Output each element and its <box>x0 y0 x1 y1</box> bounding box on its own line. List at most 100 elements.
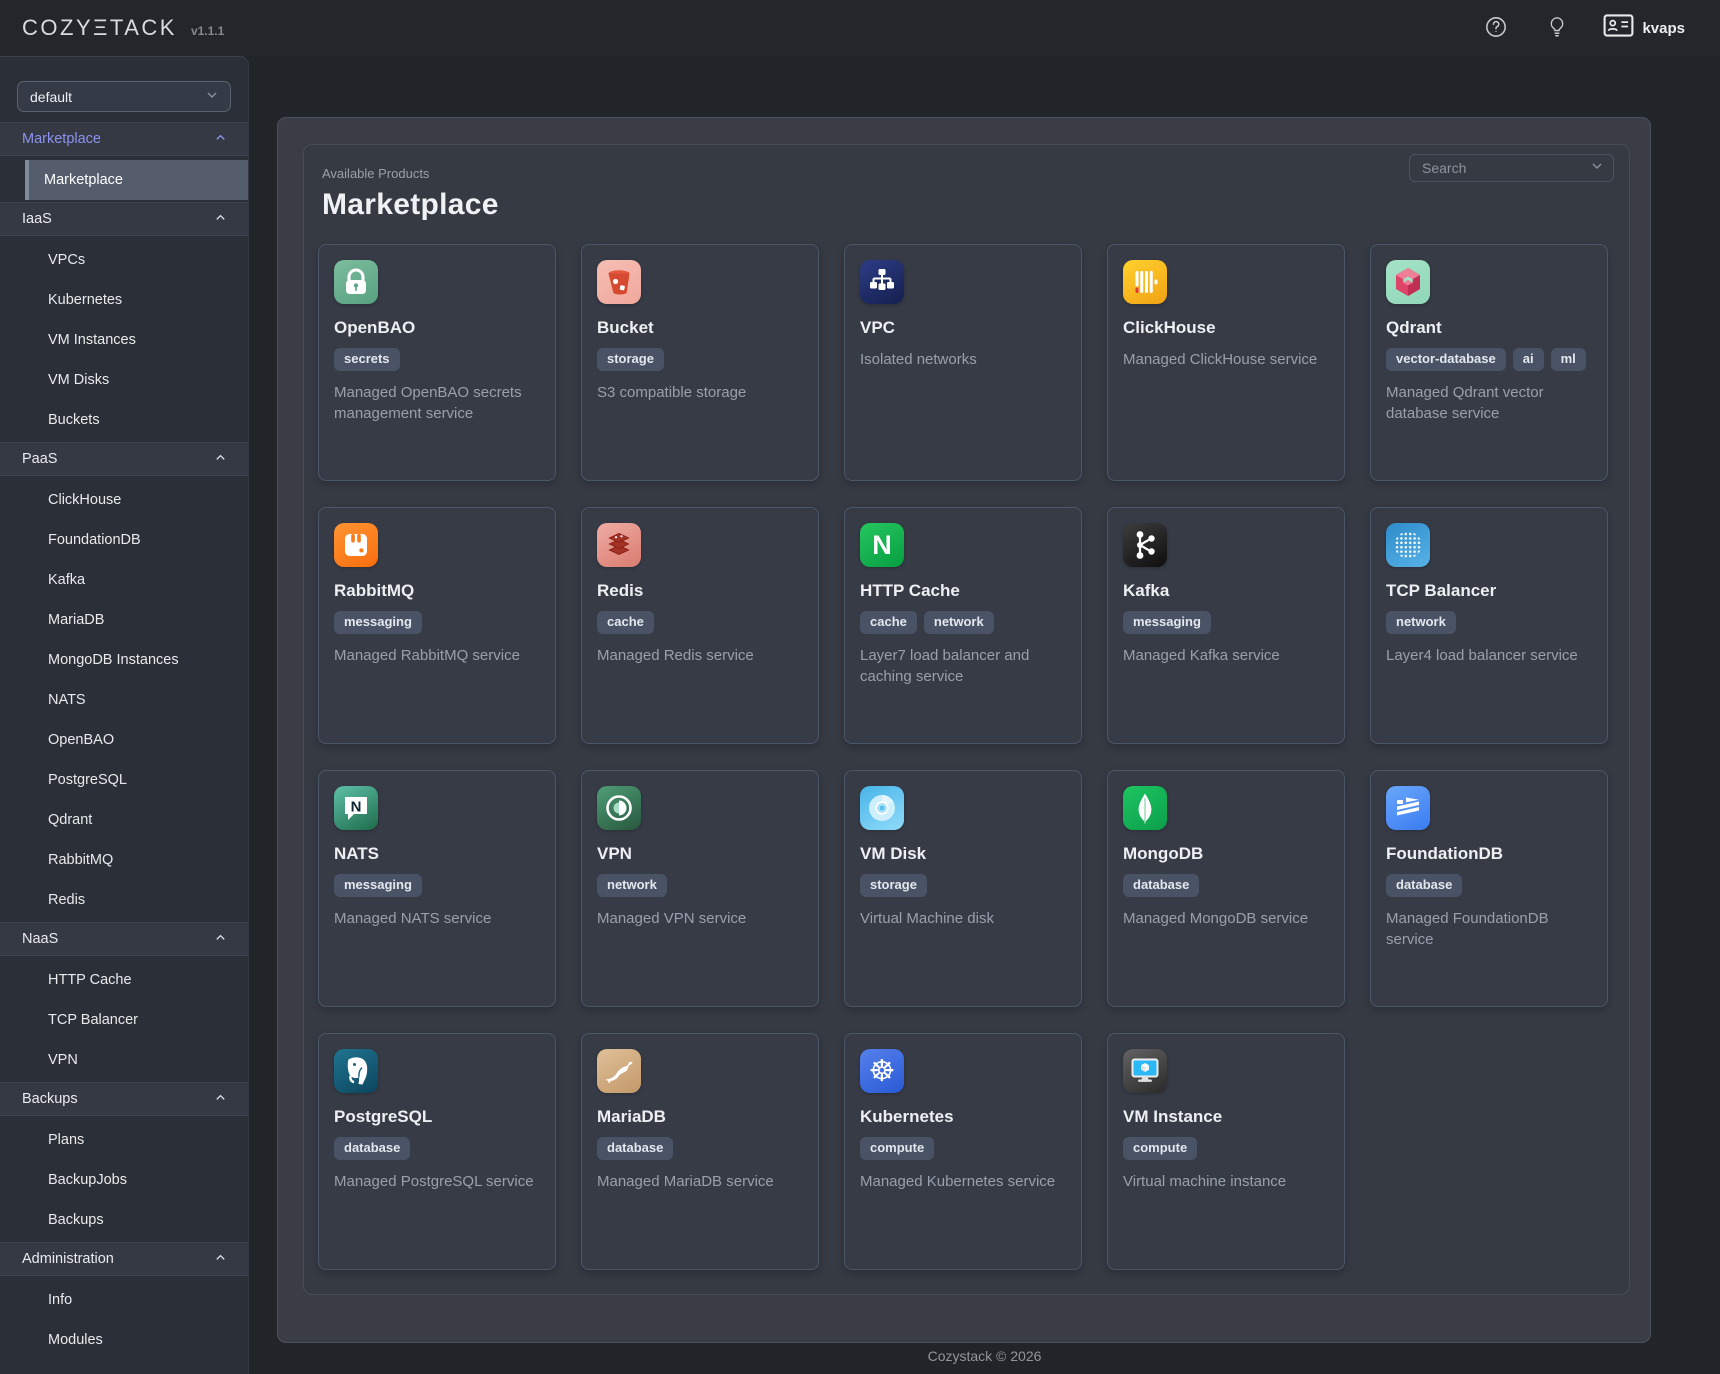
product-name: Kubernetes <box>860 1107 1066 1127</box>
product-tags: secrets <box>334 348 540 371</box>
rabbitmq-icon <box>334 523 378 567</box>
product-name: MariaDB <box>597 1107 803 1127</box>
product-card-bucket[interactable]: Bucket storage S3 compatible storage <box>581 244 819 481</box>
product-tag: messaging <box>334 611 422 634</box>
product-description: Layer7 load balancer and caching service <box>860 645 1066 687</box>
search-select[interactable]: Search <box>1409 154 1614 182</box>
sidebar-item-openbao[interactable]: OpenBAO <box>0 720 248 760</box>
sidebar-item-foundationdb[interactable]: FoundationDB <box>0 520 248 560</box>
sidebar-item-vpn[interactable]: VPN <box>0 1040 248 1080</box>
sidebar-item-plans[interactable]: Plans <box>0 1120 248 1160</box>
sidebar-item-nats[interactable]: NATS <box>0 680 248 720</box>
chevron-down-icon <box>1589 158 1605 179</box>
sidebar-item-mariadb[interactable]: MariaDB <box>0 600 248 640</box>
sidebar-item-postgresql[interactable]: PostgreSQL <box>0 760 248 800</box>
vm-instance-icon <box>1123 1049 1167 1093</box>
redis-icon <box>597 523 641 567</box>
theme-toggle-button[interactable] <box>1543 11 1571 46</box>
sidebar-item-vpcs[interactable]: VPCs <box>0 240 248 280</box>
product-tag: storage <box>860 874 927 897</box>
namespace-select[interactable]: default <box>17 81 231 112</box>
sidebar-item-http-cache[interactable]: HTTP Cache <box>0 960 248 1000</box>
product-card-postgresql[interactable]: PostgreSQL database Managed PostgreSQL s… <box>318 1033 556 1270</box>
product-card-kafka[interactable]: Kafka messaging Managed Kafka service <box>1107 507 1345 744</box>
product-description: Managed Redis service <box>597 645 803 666</box>
product-tags: messaging <box>1123 611 1329 634</box>
product-card-mongodb[interactable]: MongoDB database Managed MongoDB service <box>1107 770 1345 1007</box>
sidebar-item-mongodb-instances[interactable]: MongoDB Instances <box>0 640 248 680</box>
sidebar-section-backups[interactable]: Backups <box>0 1082 248 1116</box>
product-name: ClickHouse <box>1123 318 1329 338</box>
chevron-down-icon <box>204 87 220 106</box>
product-card-qdrant[interactable]: Qdrant vector-databaseaiml Managed Qdran… <box>1370 244 1608 481</box>
product-card-foundationdb[interactable]: FoundationDB database Managed Foundation… <box>1370 770 1608 1007</box>
sidebar: default Marketplace Marketplace IaaS <box>0 56 249 1374</box>
sidebar-item-qdrant[interactable]: Qdrant <box>0 800 248 840</box>
qdrant-icon <box>1386 260 1430 304</box>
clickhouse-icon <box>1123 260 1167 304</box>
mariadb-icon <box>597 1049 641 1093</box>
username-label: kvaps <box>1642 20 1685 37</box>
product-name: HTTP Cache <box>860 581 1066 601</box>
product-tag: secrets <box>334 348 400 371</box>
svg-text:N: N <box>351 799 362 816</box>
product-description: Managed VPN service <box>597 908 803 929</box>
product-card-vm-instance[interactable]: VM Instance compute Virtual machine inst… <box>1107 1033 1345 1270</box>
product-card-vpn[interactable]: VPN network Managed VPN service <box>581 770 819 1007</box>
sidebar-section: Marketplace Marketplace <box>0 122 248 202</box>
product-name: Qdrant <box>1386 318 1592 338</box>
vm-disk-icon <box>860 786 904 830</box>
sidebar-item-info[interactable]: Info <box>0 1280 248 1320</box>
sidebar-item-kubernetes[interactable]: Kubernetes <box>0 280 248 320</box>
vpn-icon <box>597 786 641 830</box>
chevron-up-icon <box>213 130 228 149</box>
product-tag: database <box>334 1137 410 1160</box>
sidebar-section-items: HTTP CacheTCP BalancerVPN <box>0 956 248 1082</box>
sidebar-section-naas[interactable]: NaaS <box>0 922 248 956</box>
product-card-vm-disk[interactable]: VM Disk storage Virtual Machine disk <box>844 770 1082 1007</box>
user-menu[interactable]: kvaps <box>1603 14 1685 42</box>
sidebar-item-modules[interactable]: Modules <box>0 1320 248 1360</box>
product-card-redis[interactable]: Redis cache Managed Redis service <box>581 507 819 744</box>
sidebar-section-paas[interactable]: PaaS <box>0 442 248 476</box>
product-description: Managed MariaDB service <box>597 1171 803 1192</box>
sidebar-item-vm-disks[interactable]: VM Disks <box>0 360 248 400</box>
product-description: Isolated networks <box>860 349 1066 370</box>
sidebar-section-administration[interactable]: Administration <box>0 1242 248 1276</box>
sidebar-item-marketplace[interactable]: Marketplace <box>25 160 248 200</box>
product-card-rabbitmq[interactable]: RabbitMQ messaging Managed RabbitMQ serv… <box>318 507 556 744</box>
sidebar-item-vm-instances[interactable]: VM Instances <box>0 320 248 360</box>
product-card-nats[interactable]: N NATS messaging Managed NATS service <box>318 770 556 1007</box>
sidebar-item-clickhouse[interactable]: ClickHouse <box>0 480 248 520</box>
id-card-icon <box>1603 14 1634 42</box>
product-tag: network <box>597 874 667 897</box>
sidebar-item-tcp-balancer[interactable]: TCP Balancer <box>0 1000 248 1040</box>
help-button[interactable] <box>1481 12 1511 45</box>
product-description: Managed ClickHouse service <box>1123 349 1329 370</box>
product-card-openbao[interactable]: OpenBAO secrets Managed OpenBAO secrets … <box>318 244 556 481</box>
sidebar-section-marketplace[interactable]: Marketplace <box>0 122 248 156</box>
product-card-mariadb[interactable]: MariaDB database Managed MariaDB service <box>581 1033 819 1270</box>
sidebar-item-rabbitmq[interactable]: RabbitMQ <box>0 840 248 880</box>
product-tag: messaging <box>1123 611 1211 634</box>
marketplace-panel: Available Products Marketplace Search Op… <box>303 144 1630 1295</box>
product-tag: ai <box>1513 348 1544 371</box>
sidebar-section-iaas[interactable]: IaaS <box>0 202 248 236</box>
product-description: Layer4 load balancer service <box>1386 645 1592 666</box>
sidebar-item-buckets[interactable]: Buckets <box>0 400 248 440</box>
openbao-icon <box>334 260 378 304</box>
app-header: COZYΞTACK v1.1.1 <box>0 0 1720 56</box>
sidebar-item-backups[interactable]: Backups <box>0 1200 248 1240</box>
sidebar-section: PaaS ClickHouseFoundationDBKafkaMariaDBM… <box>0 442 248 922</box>
sidebar-section: Backups PlansBackupJobsBackups <box>0 1082 248 1242</box>
sidebar-item-redis[interactable]: Redis <box>0 880 248 920</box>
product-card-kubernetes[interactable]: ☸ Kubernetes compute Managed Kubernetes … <box>844 1033 1082 1270</box>
product-card-vpc[interactable]: VPC Isolated networks <box>844 244 1082 481</box>
product-card-http-cache[interactable]: N HTTP Cache cachenetwork Layer7 load ba… <box>844 507 1082 744</box>
product-description: Managed Qdrant vector database service <box>1386 382 1592 424</box>
sidebar-item-backupjobs[interactable]: BackupJobs <box>0 1160 248 1200</box>
product-name: OpenBAO <box>334 318 540 338</box>
product-card-tcp-balancer[interactable]: TCP Balancer network Layer4 load balance… <box>1370 507 1608 744</box>
product-card-clickhouse[interactable]: ClickHouse Managed ClickHouse service <box>1107 244 1345 481</box>
sidebar-item-kafka[interactable]: Kafka <box>0 560 248 600</box>
